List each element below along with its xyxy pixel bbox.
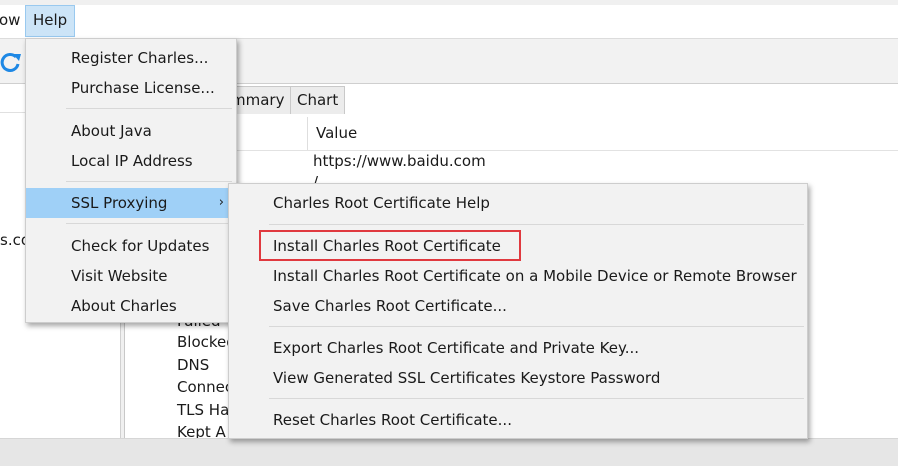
menu-separator (66, 108, 232, 109)
menu-item-local-ip-address[interactable]: Local IP Address (26, 146, 236, 176)
table-header (124, 117, 898, 151)
menu-item-view-keystore-password[interactable]: View Generated SSL Certificates Keystore… (229, 363, 807, 393)
menu-window[interactable]: ow (0, 5, 27, 36)
column-divider[interactable] (307, 117, 308, 150)
chevron-right-icon: › (218, 195, 224, 210)
menu-item-label: SSL Proxying (71, 194, 168, 212)
menu-item-visit-website[interactable]: Visit Website (26, 261, 236, 291)
menu-item-check-for-updates[interactable]: Check for Updates (26, 231, 236, 261)
menu-item-label: Reset Charles Root Certificate... (273, 411, 512, 429)
help-menu: Register Charles... Purchase License... … (25, 38, 237, 323)
menu-item-label: About Charles (71, 297, 177, 315)
menu-item-label: Charles Root Certificate Help (273, 194, 490, 212)
menu-item-about-charles[interactable]: About Charles (26, 291, 236, 321)
menu-item-label: Visit Website (71, 267, 168, 285)
menu-item-label: Register Charles... (71, 49, 209, 67)
menu-separator (66, 181, 232, 182)
menu-item-label: Save Charles Root Certificate... (273, 297, 507, 315)
tab-chart[interactable]: Chart (290, 86, 346, 114)
tree-item-tls-handshake[interactable]: TLS Ha (177, 401, 229, 419)
menu-separator (269, 398, 804, 399)
ssl-proxying-submenu: Charles Root Certificate Help Install Ch… (228, 183, 808, 439)
menu-item-save-root-certificate[interactable]: Save Charles Root Certificate... (229, 291, 807, 321)
menu-item-purchase-license[interactable]: Purchase License... (26, 73, 236, 103)
menu-item-install-on-mobile-device[interactable]: Install Charles Root Certificate on a Mo… (229, 261, 807, 291)
menu-item-label: Install Charles Root Certificate on a Mo… (273, 267, 797, 285)
menu-item-label: Check for Updates (71, 237, 210, 255)
menu-item-label: Local IP Address (71, 152, 193, 170)
menu-item-label: View Generated SSL Certificates Keystore… (273, 369, 661, 387)
menu-item-label: About Java (71, 122, 152, 140)
status-bar (0, 438, 898, 466)
column-header-value[interactable]: Value (316, 124, 357, 142)
menu-item-about-java[interactable]: About Java (26, 116, 236, 146)
menu-item-label: Purchase License... (71, 79, 215, 97)
tree-item-dns[interactable]: DNS (177, 356, 209, 374)
tree-item-blocked[interactable]: Blocked (177, 333, 236, 351)
menu-item-export-certificate-and-key[interactable]: Export Charles Root Certificate and Priv… (229, 333, 807, 363)
menu-item-register-charles[interactable]: Register Charles... (26, 43, 236, 73)
menu-item-ssl-proxying[interactable]: SSL Proxying › (26, 188, 236, 218)
highlight-annotation-box (259, 230, 521, 261)
menu-item-reset-root-certificate[interactable]: Reset Charles Root Certificate... (229, 405, 807, 435)
url-value: https://www.baidu.com (313, 152, 486, 170)
menu-separator (269, 224, 804, 225)
menu-separator (66, 223, 232, 224)
menubar (0, 5, 898, 39)
menu-item-label: Export Charles Root Certificate and Priv… (273, 339, 640, 357)
menu-help[interactable]: Help (25, 5, 76, 37)
refresh-icon[interactable] (0, 52, 22, 72)
menu-item-root-certificate-help[interactable]: Charles Root Certificate Help (229, 188, 807, 218)
menu-separator (269, 326, 804, 327)
